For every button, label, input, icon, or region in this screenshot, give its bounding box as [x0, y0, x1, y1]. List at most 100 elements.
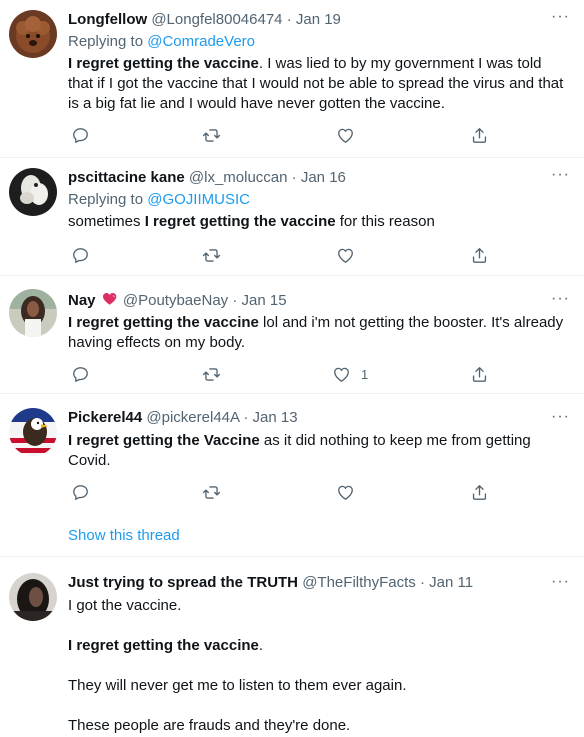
retweet-icon: [202, 365, 221, 384]
tweet-text: I regret getting the Vaccine as it did n…: [68, 431, 568, 471]
replying-to-handle[interactable]: @GOJIIMUSIC: [147, 191, 250, 208]
replying-to-handle[interactable]: @ComradeVero: [147, 33, 255, 50]
reply-button[interactable]: [71, 245, 90, 265]
replying-to-label: Replying to: [68, 191, 144, 208]
retweet-button[interactable]: [202, 125, 221, 145]
separator: ·: [291, 169, 297, 186]
separator: ·: [243, 409, 249, 426]
display-name[interactable]: Just trying to spread the TRUTH: [68, 574, 298, 591]
share-button[interactable]: [470, 125, 489, 145]
tweet-text: I regret getting the vaccine. I was lied…: [68, 54, 568, 114]
reply-icon: [71, 483, 90, 502]
tweet-4[interactable]: Pickerel44 @pickerel44A · Jan 13 ··· I r…: [0, 394, 584, 557]
retweet-button[interactable]: [202, 245, 221, 265]
tweet-text-rest: .: [258, 637, 264, 654]
tweet-header: Longfellow @Longfel80046474 · Jan 19: [68, 10, 341, 30]
like-count: 1: [361, 366, 369, 382]
share-icon: [470, 246, 489, 265]
like-button[interactable]: [336, 245, 365, 265]
highlight-text: I regret getting the vaccine: [68, 314, 259, 331]
replying-to-label: Replying to: [68, 33, 144, 50]
tweet-line: These people are frauds and they're done…: [68, 717, 351, 734]
tweet-header: Just trying to spread the TRUTH @TheFilt…: [68, 573, 473, 593]
like-button[interactable]: [336, 482, 365, 502]
tweet-date[interactable]: Jan 15: [242, 292, 287, 309]
user-handle[interactable]: @lx_moluccan: [189, 169, 288, 186]
separator: ·: [419, 574, 425, 591]
share-button[interactable]: [470, 245, 489, 265]
action-bar: [68, 125, 508, 145]
avatar[interactable]: [9, 573, 57, 621]
heart-icon: [336, 126, 355, 145]
reply-icon: [71, 365, 90, 384]
tweet-header: Nay @PoutybaeNay · Jan 15: [68, 291, 287, 311]
separator: ·: [286, 11, 292, 28]
tweet-1[interactable]: Longfellow @Longfel80046474 · Jan 19 ···…: [0, 0, 584, 158]
tweet-5[interactable]: Just trying to spread the TRUTH @TheFilt…: [0, 557, 584, 737]
more-icon[interactable]: ···: [551, 9, 570, 25]
tweet-date[interactable]: Jan 13: [253, 409, 298, 426]
tweet-header: Pickerel44 @pickerel44A · Jan 13: [68, 408, 298, 428]
display-name[interactable]: Nay: [68, 292, 96, 309]
avatar[interactable]: [9, 10, 57, 58]
avatar[interactable]: [9, 168, 57, 216]
display-name[interactable]: Pickerel44: [68, 409, 142, 426]
reply-button[interactable]: [71, 482, 90, 502]
user-handle[interactable]: @Longfel80046474: [151, 11, 282, 28]
user-handle[interactable]: @pickerel44A: [146, 409, 239, 426]
tweet-header: pscittacine kane @lx_moluccan · Jan 16: [68, 168, 346, 188]
tweet-date[interactable]: Jan 16: [301, 169, 346, 186]
more-icon[interactable]: ···: [551, 167, 570, 183]
share-button[interactable]: [470, 482, 489, 502]
user-handle[interactable]: @PoutybaeNay: [123, 292, 228, 309]
reply-icon: [71, 246, 90, 265]
replying-to: Replying to @ComradeVero: [68, 32, 255, 52]
tweet-line: I got the vaccine.: [68, 597, 182, 614]
retweet-button[interactable]: [202, 482, 221, 502]
tweet-text-pre: sometimes: [68, 213, 145, 230]
retweet-icon: [202, 246, 221, 265]
tweet-3[interactable]: Nay @PoutybaeNay · Jan 15 ··· I regret g…: [0, 276, 584, 394]
separator: ·: [232, 292, 238, 309]
heart-icon: [332, 365, 351, 384]
tweet-text: I got the vaccine. I regret getting the …: [68, 596, 568, 736]
display-name[interactable]: Longfellow: [68, 11, 147, 28]
action-bar: [68, 482, 508, 502]
more-icon[interactable]: ···: [551, 291, 570, 307]
like-button[interactable]: 1: [332, 364, 368, 384]
display-name[interactable]: pscittacine kane: [68, 169, 185, 186]
share-button[interactable]: [470, 364, 489, 384]
tweet-line: I regret getting the vaccine.: [68, 636, 568, 656]
like-button[interactable]: [336, 125, 365, 145]
user-handle[interactable]: @TheFilthyFacts: [302, 574, 416, 591]
heart-emoji-icon: [100, 292, 119, 309]
retweet-button[interactable]: [202, 364, 221, 384]
heart-icon: [336, 246, 355, 265]
tweet-text: sometimes I regret getting the vaccine f…: [68, 212, 568, 232]
avatar[interactable]: [9, 289, 57, 337]
tweet-date[interactable]: Jan 11: [429, 574, 473, 591]
more-icon[interactable]: ···: [551, 409, 570, 425]
replying-to: Replying to @GOJIIMUSIC: [68, 190, 250, 210]
show-thread-link[interactable]: Show this thread: [68, 526, 180, 546]
more-icon[interactable]: ···: [551, 574, 570, 590]
share-icon: [470, 483, 489, 502]
tweet-2[interactable]: pscittacine kane @lx_moluccan · Jan 16 ·…: [0, 158, 584, 276]
share-icon: [470, 365, 489, 384]
highlight-text: I regret getting the Vaccine: [68, 432, 260, 449]
reply-button[interactable]: [71, 125, 90, 145]
retweet-icon: [202, 483, 221, 502]
highlight-text: I regret getting the vaccine: [144, 213, 336, 230]
highlight-text: I regret getting the vaccine: [68, 55, 259, 72]
tweet-line: They will never get me to listen to them…: [68, 677, 407, 694]
avatar[interactable]: [9, 408, 57, 456]
tweet-date[interactable]: Jan 19: [296, 11, 341, 28]
tweet-text-rest: for this reason: [335, 213, 435, 230]
tweet-text: I regret getting the vaccine lol and i'm…: [68, 313, 568, 353]
heart-icon: [336, 483, 355, 502]
retweet-icon: [202, 126, 221, 145]
action-bar: [68, 245, 508, 265]
action-bar: 1: [68, 364, 508, 384]
share-icon: [470, 126, 489, 145]
reply-button[interactable]: [71, 364, 90, 384]
